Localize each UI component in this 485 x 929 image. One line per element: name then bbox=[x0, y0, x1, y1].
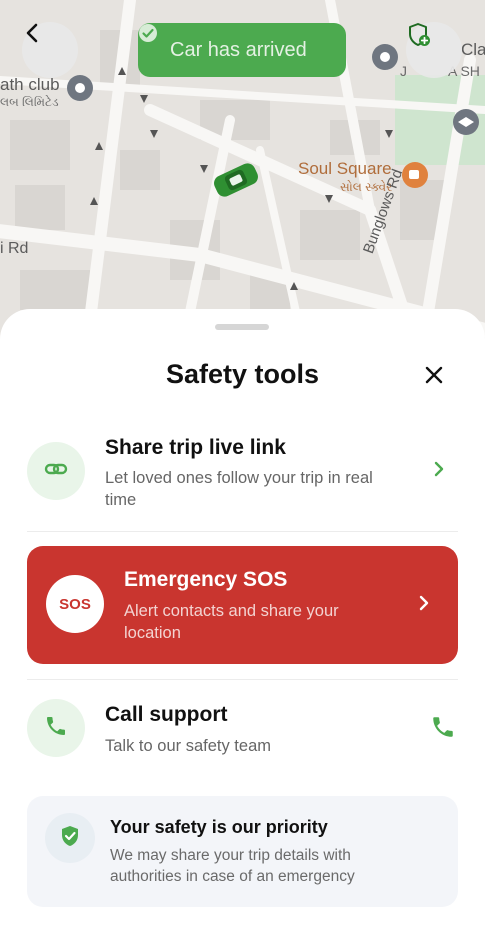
call-support-title: Call support bbox=[105, 703, 228, 726]
info-shield-badge bbox=[45, 813, 95, 863]
share-trip-icon-badge bbox=[27, 442, 85, 500]
map-label-poi: Soul Square bbox=[298, 159, 392, 178]
info-title: Your safety is our priority bbox=[110, 817, 328, 837]
divider bbox=[27, 679, 458, 680]
chevron-right-icon bbox=[432, 460, 446, 483]
map-view[interactable]: ath club લબ લિમિટેડ i Rd Soul Square સોલ… bbox=[0, 0, 485, 360]
info-line2: authorities in case of an emergency bbox=[110, 868, 355, 885]
phone-icon bbox=[44, 714, 68, 743]
close-button[interactable] bbox=[418, 361, 450, 393]
safety-button[interactable] bbox=[406, 22, 462, 78]
status-label: Car has arrived bbox=[170, 38, 307, 61]
emergency-sos-item[interactable]: SOS Emergency SOS Alert contacts and sha… bbox=[27, 546, 458, 664]
link-icon bbox=[43, 456, 69, 487]
safety-info-card: Your safety is our priority We may share… bbox=[27, 796, 458, 907]
emergency-sos-subtitle-line2: location bbox=[124, 624, 181, 642]
safety-tools-sheet: Safety tools Share trip live link Let lo… bbox=[0, 309, 485, 929]
call-button[interactable] bbox=[430, 714, 456, 745]
emergency-sos-subtitle-line1: Alert contacts and share your bbox=[124, 602, 339, 620]
sos-badge: SOS bbox=[46, 575, 104, 633]
call-support-item[interactable]: Call support Talk to our safety team bbox=[27, 694, 458, 779]
close-icon bbox=[424, 365, 444, 390]
chevron-right-icon bbox=[417, 594, 431, 617]
drag-handle[interactable] bbox=[215, 324, 269, 330]
share-trip-subtitle-line1: Let loved ones follow your trip in real bbox=[105, 469, 373, 487]
map-label-place-right-sub: J bbox=[400, 63, 407, 79]
map-label-road-left: i Rd bbox=[0, 240, 29, 257]
divider bbox=[27, 531, 458, 532]
map-label-place-left-sub: લબ લિમિટેડ bbox=[0, 95, 59, 109]
status-pill: Car has arrived bbox=[138, 23, 346, 77]
map-label-place-right: Cla bbox=[461, 40, 485, 59]
share-trip-subtitle-line2: time bbox=[105, 491, 137, 509]
info-line1: We may share your trip details with bbox=[110, 847, 351, 864]
sheet-title: Safety tools bbox=[165, 359, 320, 389]
map-label-place-left: ath club bbox=[0, 75, 60, 94]
share-trip-item[interactable]: Share trip live link Let loved ones foll… bbox=[27, 430, 458, 530]
call-support-subtitle: Talk to our safety team bbox=[105, 737, 271, 755]
emergency-sos-title: Emergency SOS bbox=[124, 568, 288, 591]
shield-check-icon bbox=[58, 824, 82, 853]
phone-icon bbox=[433, 717, 453, 737]
call-support-icon-badge bbox=[27, 699, 85, 757]
back-button[interactable] bbox=[22, 22, 78, 78]
share-trip-title: Share trip live link bbox=[105, 436, 286, 459]
